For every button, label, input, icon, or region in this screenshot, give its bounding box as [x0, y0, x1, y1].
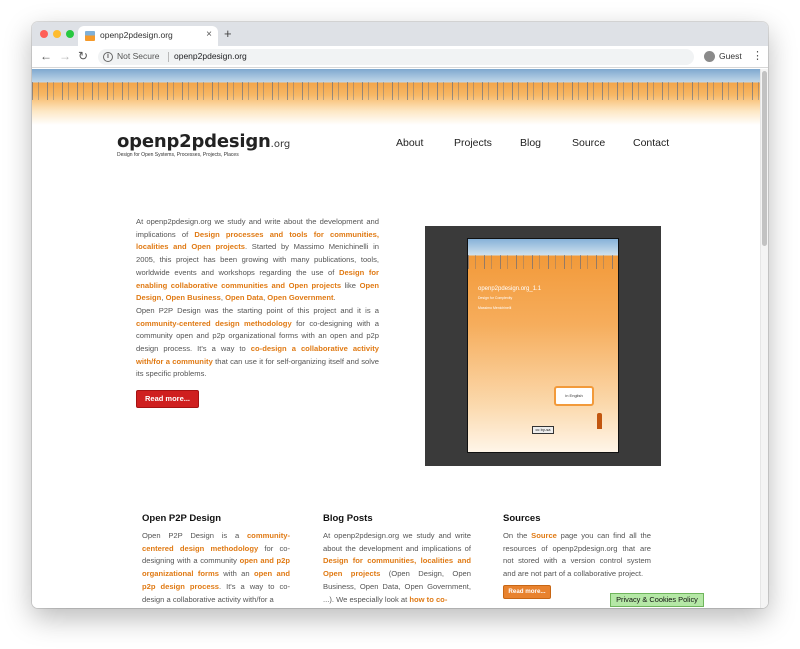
- new-tab-icon[interactable]: +: [224, 26, 232, 41]
- column-title: Open P2P Design: [142, 513, 222, 524]
- nav-about[interactable]: About: [396, 137, 423, 149]
- page-scrollbar[interactable]: [760, 69, 768, 608]
- link-source[interactable]: Source: [531, 531, 557, 540]
- site-logo[interactable]: openp2pdesign.org Design for Open System…: [117, 131, 290, 158]
- page-viewport: openp2pdesign.org Design for Open System…: [32, 69, 768, 608]
- back-arrow-icon[interactable]: ←: [40, 49, 52, 63]
- logo-main-text: openp2pdesign: [117, 131, 271, 152]
- column-blog-posts: Blog Posts At openp2pdesign.org we study…: [323, 513, 471, 606]
- column-text-part: At openp2pdesign.org we study and write …: [323, 531, 471, 553]
- column-title: Blog Posts: [323, 513, 373, 524]
- link-community-methodology[interactable]: community-centered design methodology: [136, 319, 292, 328]
- link-open-business[interactable]: Open Business: [166, 293, 221, 302]
- book-author: Massimo Menichinelli: [478, 306, 512, 310]
- column-text: On the Source page you can find all the …: [503, 530, 651, 581]
- sources-read-more-button[interactable]: Read more...: [503, 584, 551, 599]
- reload-icon[interactable]: ↻: [78, 49, 88, 63]
- cookie-policy-button[interactable]: Privacy & Cookies Policy: [610, 593, 704, 607]
- column-sources: Sources On the Source page you can find …: [503, 513, 651, 599]
- book-viewer[interactable]: openp2pdesign.org_1.1 Design for Complex…: [425, 226, 661, 466]
- site-tagline: Design for Open Systems, Processes, Proj…: [117, 152, 239, 158]
- column-text-part: with an: [218, 569, 254, 579]
- profile-label[interactable]: Guest: [719, 51, 742, 61]
- browser-tab[interactable]: openp2pdesign.org ×: [78, 26, 218, 46]
- close-window-icon[interactable]: [40, 30, 48, 38]
- profile-avatar-icon[interactable]: [704, 51, 715, 62]
- banner-crowd-image: [32, 82, 760, 100]
- book-crowd-image: [468, 255, 618, 269]
- intro-text-part: Open P2P Design was the starting point o…: [136, 305, 379, 315]
- intro-text: At openp2pdesign.org we study and write …: [136, 216, 379, 381]
- browser-toolbar: ← → ↻ i Not Secure openp2pdesign.org Gue…: [32, 46, 768, 68]
- intro-text-part: like: [341, 280, 360, 290]
- book-subtitle: Design for Complexity: [478, 296, 513, 300]
- nav-contact[interactable]: Contact: [633, 137, 669, 149]
- book-title: openp2pdesign.org_1.1: [478, 286, 542, 292]
- creative-commons-icon: cc by-sa: [532, 426, 554, 434]
- intro-text-part: .: [333, 293, 336, 303]
- maximize-window-icon[interactable]: [66, 30, 74, 38]
- menu-dots-icon[interactable]: ⋮: [752, 49, 763, 62]
- nav-source[interactable]: Source: [572, 137, 605, 149]
- header-banner: [32, 69, 760, 125]
- logo-tld-text: .org: [270, 139, 291, 150]
- link-open-government[interactable]: Open Government: [267, 293, 333, 302]
- column-text-part: Open P2P Design is a: [142, 531, 247, 540]
- browser-window: openp2pdesign.org × + ← → ↻ i Not Secure…: [32, 22, 768, 608]
- forward-arrow-icon[interactable]: →: [59, 49, 71, 63]
- minimize-window-icon[interactable]: [53, 30, 61, 38]
- tab-title: openp2pdesign.org: [100, 30, 173, 40]
- book-speech-bubble: in English: [554, 386, 594, 406]
- address-separator: [168, 52, 169, 62]
- column-text: At openp2pdesign.org we study and write …: [323, 530, 471, 606]
- link-open-data[interactable]: Open Data: [225, 293, 263, 302]
- read-more-button[interactable]: Read more...: [136, 390, 199, 408]
- info-icon[interactable]: i: [103, 52, 113, 62]
- address-bar[interactable]: i Not Secure openp2pdesign.org: [98, 49, 694, 65]
- column-text-part: On the: [503, 531, 532, 540]
- url-text: openp2pdesign.org: [174, 51, 247, 61]
- scrollbar-thumb[interactable]: [762, 71, 767, 246]
- link-how-to-co[interactable]: how to co-: [409, 595, 447, 604]
- nav-blog[interactable]: Blog: [520, 137, 541, 149]
- tab-strip: openp2pdesign.org × +: [32, 22, 768, 46]
- tab-close-icon[interactable]: ×: [206, 29, 212, 40]
- book-cover-image: openp2pdesign.org_1.1 Design for Complex…: [467, 238, 619, 453]
- security-label: Not Secure: [117, 51, 160, 61]
- column-title: Sources: [503, 513, 541, 524]
- column-text: Open P2P Design is a community-centered …: [142, 530, 290, 606]
- nav-projects[interactable]: Projects: [454, 137, 492, 149]
- favicon-icon: [85, 31, 95, 41]
- person-figure-icon: [597, 413, 602, 429]
- column-open-p2p-design: Open P2P Design Open P2P Design is a com…: [142, 513, 290, 606]
